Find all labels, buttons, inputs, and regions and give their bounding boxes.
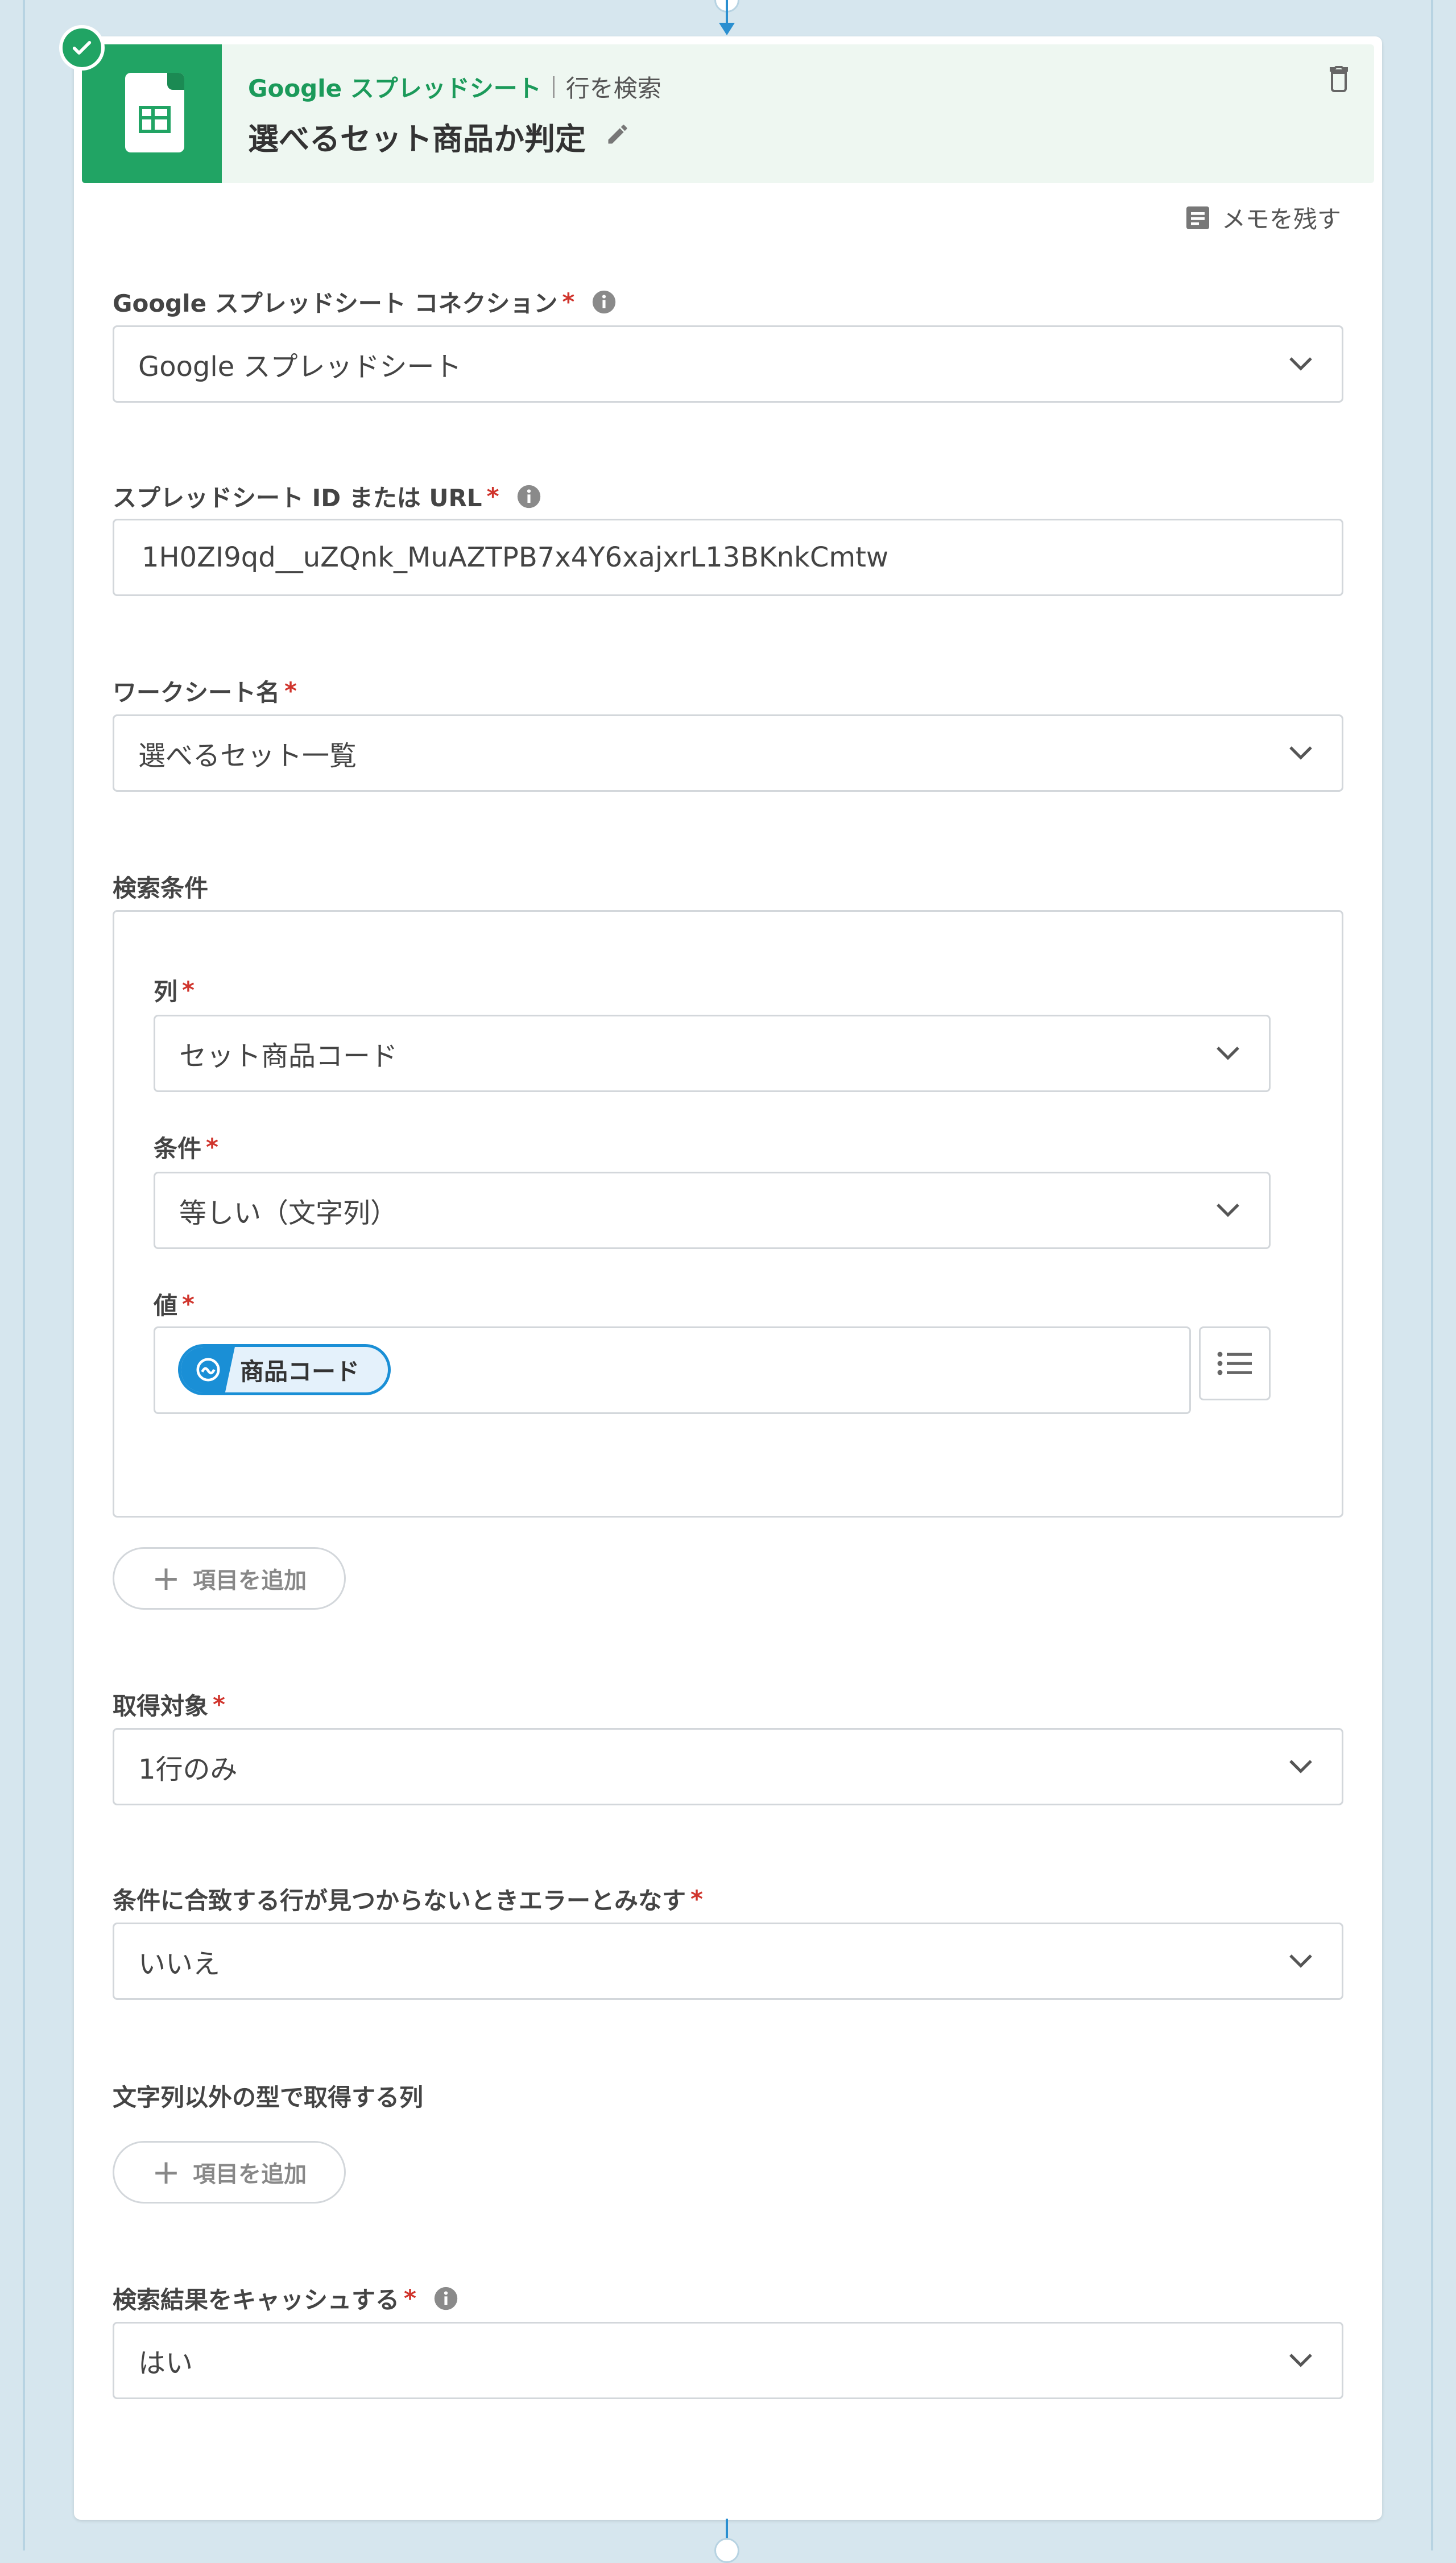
not-found-error-label: 条件に合致する行が見つからないときエラーとみなす * [113,1885,703,1915]
column-label: 列 * [154,976,195,1006]
action-name: 行を検索 [565,75,661,102]
required-mark: * [690,1885,703,1913]
variable-icon [181,1347,235,1392]
completed-check-icon [59,25,105,71]
memo-icon [1186,206,1209,229]
not-found-error-value: いいえ [138,1948,221,1980]
target-select[interactable]: 1行のみ [113,1728,1343,1805]
service-line: Google スプレッドシート 行を検索 [248,69,661,104]
chevron-down-icon [1217,1204,1239,1217]
variable-list-button[interactable] [1199,1326,1271,1400]
chevron-down-icon [1289,2354,1312,2367]
worksheet-label: ワークシート名 * [113,677,297,706]
target-value: 1行のみ [138,1754,238,1785]
required-mark: * [284,677,297,705]
edit-title-icon[interactable] [605,118,630,154]
variable-chip[interactable]: 商品コード [178,1344,391,1395]
spreadsheet-label: スプレッドシート ID または URL * [113,479,541,514]
chevron-down-icon [1289,746,1312,760]
list-icon [1217,1351,1252,1375]
required-mark: * [562,288,575,316]
step-title-text: 選べるセット商品か判定 [248,121,586,157]
condition-select[interactable]: 等しい（文字列） [154,1172,1271,1249]
worksheet-select[interactable]: 選べるセット一覧 [113,714,1343,792]
service-separator [552,76,555,98]
required-mark: * [206,1133,218,1161]
memo-label: メモを残す [1222,205,1342,233]
variable-chip-label: 商品コード [240,1357,360,1386]
add-column-label: 項目を追加 [193,2161,307,2188]
step-title: 選べるセット商品か判定 [248,114,630,159]
cache-select[interactable]: はい [113,2322,1343,2399]
condition-label: 条件 * [154,1133,218,1163]
chevron-down-icon [1289,357,1312,371]
non-string-columns-label: 文字列以外の型で取得する列 [113,2084,424,2111]
connection-label: Google スプレッドシート コネクション * [113,284,617,319]
spreadsheet-id-value: 1H0ZI9qd__uZQnk_MuAZTPB7x4Y6xajxrL13BKnk… [142,541,889,573]
chevron-down-icon [1289,1954,1312,1968]
connector-arrow-icon [719,23,735,35]
connection-select[interactable]: Google スプレッドシート [113,325,1343,403]
info-icon[interactable] [592,290,617,315]
step-header[interactable]: Google スプレッドシート 行を検索 選べるセット商品か判定 [82,44,1374,183]
worksheet-value: 選べるセット一覧 [138,740,357,772]
add-condition-button[interactable]: + 項目を追加 [113,1547,346,1610]
spreadsheet-id-input[interactable]: 1H0ZI9qd__uZQnk_MuAZTPB7x4Y6xajxrL13BKnk… [113,519,1343,596]
add-condition-label: 項目を追加 [193,1568,307,1594]
delete-step-icon[interactable] [1325,64,1352,96]
value-label: 値 * [154,1290,195,1320]
column-select[interactable]: セット商品コード [154,1015,1271,1092]
chevron-down-icon [1217,1047,1239,1060]
google-sheets-icon [82,44,222,183]
search-conditions-label: 検索条件 [113,874,209,902]
memo-button[interactable]: メモを残す [1184,200,1341,235]
chevron-down-icon [1289,1760,1312,1774]
connector-dot-bottom [714,2538,739,2563]
required-mark: * [182,976,195,1004]
cache-value: はい [138,2347,193,2379]
target-label: 取得対象 * [113,1690,225,1720]
service-name: Google スプレッドシート [248,75,541,102]
column-value: セット商品コード [179,1040,398,1072]
not-found-error-select[interactable]: いいえ [113,1923,1343,2000]
required-mark: * [182,1290,195,1318]
cache-label: 検索結果をキャッシュする * [113,2281,458,2316]
connection-value: Google スプレッドシート [138,351,462,383]
info-icon[interactable] [433,2286,458,2311]
plus-icon: + [151,2152,181,2192]
value-input[interactable]: 商品コード [154,1326,1191,1414]
required-mark: * [486,482,499,510]
required-mark: * [404,2284,416,2312]
info-icon[interactable] [516,484,541,509]
plus-icon: + [151,1559,181,1598]
required-mark: * [213,1690,225,1718]
add-column-button[interactable]: + 項目を追加 [113,2141,346,2204]
condition-value: 等しい（文字列） [179,1197,398,1229]
